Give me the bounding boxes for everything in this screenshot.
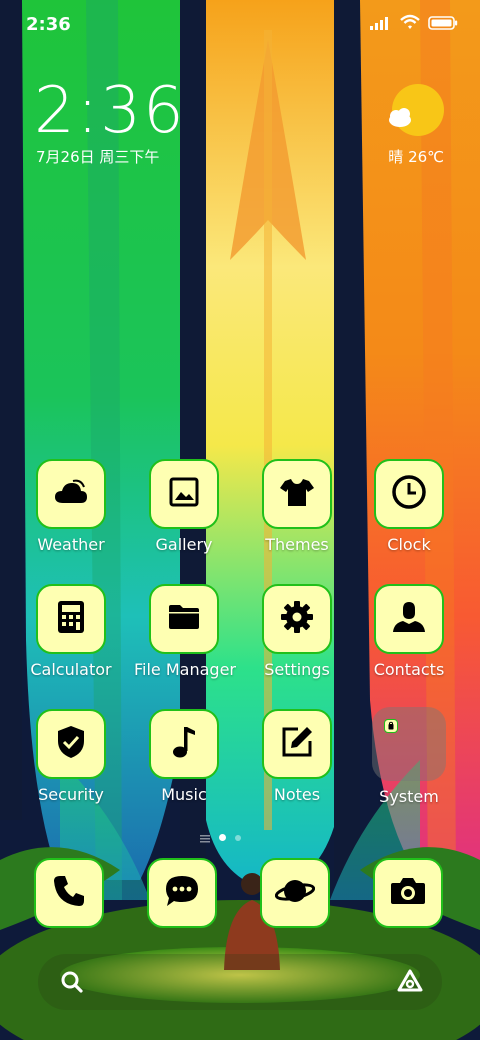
gear-icon	[279, 599, 315, 639]
calculator-icon	[57, 600, 85, 638]
app-themes[interactable]: Themes	[247, 459, 347, 554]
weather-icon	[53, 477, 89, 511]
app-tile[interactable]	[373, 858, 443, 928]
status-icons	[370, 14, 458, 34]
phone-icon	[52, 874, 86, 912]
app-tile[interactable]	[262, 459, 332, 529]
app-tile[interactable]	[374, 459, 444, 529]
app-label: Notes	[273, 785, 321, 804]
app-tile[interactable]	[374, 584, 444, 654]
app-calculator[interactable]: Calculator	[21, 584, 121, 679]
clock-icon	[391, 474, 427, 514]
page-dot	[235, 834, 241, 841]
page-dot-active	[219, 834, 226, 841]
status-bar: 2:36	[0, 0, 480, 50]
person-icon	[391, 599, 427, 639]
app-security[interactable]: Security	[21, 709, 121, 804]
folder-tile[interactable]	[372, 707, 446, 781]
clock-widget-time[interactable]: 2:36	[34, 76, 186, 146]
battery-icon	[428, 15, 458, 34]
app-gallery[interactable]: Gallery	[134, 459, 234, 554]
dock-browser[interactable]	[260, 858, 330, 928]
app-tile[interactable]	[147, 858, 217, 928]
app-music[interactable]: Music	[134, 709, 234, 804]
app-file-manager[interactable]: File Manager	[134, 584, 236, 679]
app-tile[interactable]	[262, 709, 332, 779]
app-label: Clock	[387, 535, 431, 554]
wifi-icon	[400, 14, 420, 34]
dock-camera[interactable]	[373, 858, 443, 928]
app-weather[interactable]: Weather	[21, 459, 121, 554]
app-label: Themes	[265, 535, 329, 554]
app-tile[interactable]	[36, 584, 106, 654]
app-settings[interactable]: Settings	[247, 584, 347, 679]
app-tile[interactable]	[149, 709, 219, 779]
app-tile[interactable]	[149, 584, 219, 654]
app-notes[interactable]: Notes	[247, 709, 347, 804]
app-contacts[interactable]: Contacts	[359, 584, 459, 679]
shield-check-icon	[56, 725, 86, 763]
app-label: File Manager	[134, 660, 236, 679]
page-indicator[interactable]	[200, 828, 241, 847]
message-icon	[164, 874, 200, 912]
app-tile[interactable]	[36, 459, 106, 529]
dock-phone[interactable]	[34, 858, 104, 928]
search-icon[interactable]	[60, 970, 84, 998]
app-label: Settings	[264, 660, 330, 679]
app-label: Calculator	[30, 660, 112, 679]
tshirt-icon	[279, 476, 315, 512]
signal-icon	[370, 15, 392, 34]
folder-icon	[384, 719, 398, 733]
app-clock[interactable]: Clock	[359, 459, 459, 554]
app-folder-system[interactable]: System	[359, 707, 459, 806]
search-bar[interactable]	[38, 954, 442, 1010]
app-label: Music	[161, 785, 207, 804]
clock-widget-date: 7月26日 周三下午	[36, 148, 160, 166]
image-icon	[169, 477, 199, 511]
note-edit-icon	[280, 725, 314, 763]
app-tile[interactable]	[34, 858, 104, 928]
app-tile[interactable]	[36, 709, 106, 779]
status-time: 2:36	[26, 14, 71, 35]
planet-icon	[274, 875, 316, 911]
weather-widget[interactable]	[382, 84, 446, 144]
app-tile[interactable]	[262, 584, 332, 654]
app-label: Security	[38, 785, 104, 804]
folder-icon	[168, 604, 200, 634]
dock-messages[interactable]	[147, 858, 217, 928]
app-tile[interactable]	[260, 858, 330, 928]
weather-temp: 晴 26℃	[388, 148, 444, 166]
music-note-icon	[171, 725, 197, 763]
camera-icon	[390, 876, 426, 910]
app-label: Gallery	[155, 535, 213, 554]
page-list-icon	[200, 828, 210, 847]
sun-icon	[382, 84, 446, 144]
app-tile[interactable]	[149, 459, 219, 529]
app-label: System	[379, 787, 439, 806]
app-label: Contacts	[373, 660, 445, 679]
assistant-icon[interactable]	[396, 968, 424, 998]
app-label: Weather	[37, 535, 105, 554]
